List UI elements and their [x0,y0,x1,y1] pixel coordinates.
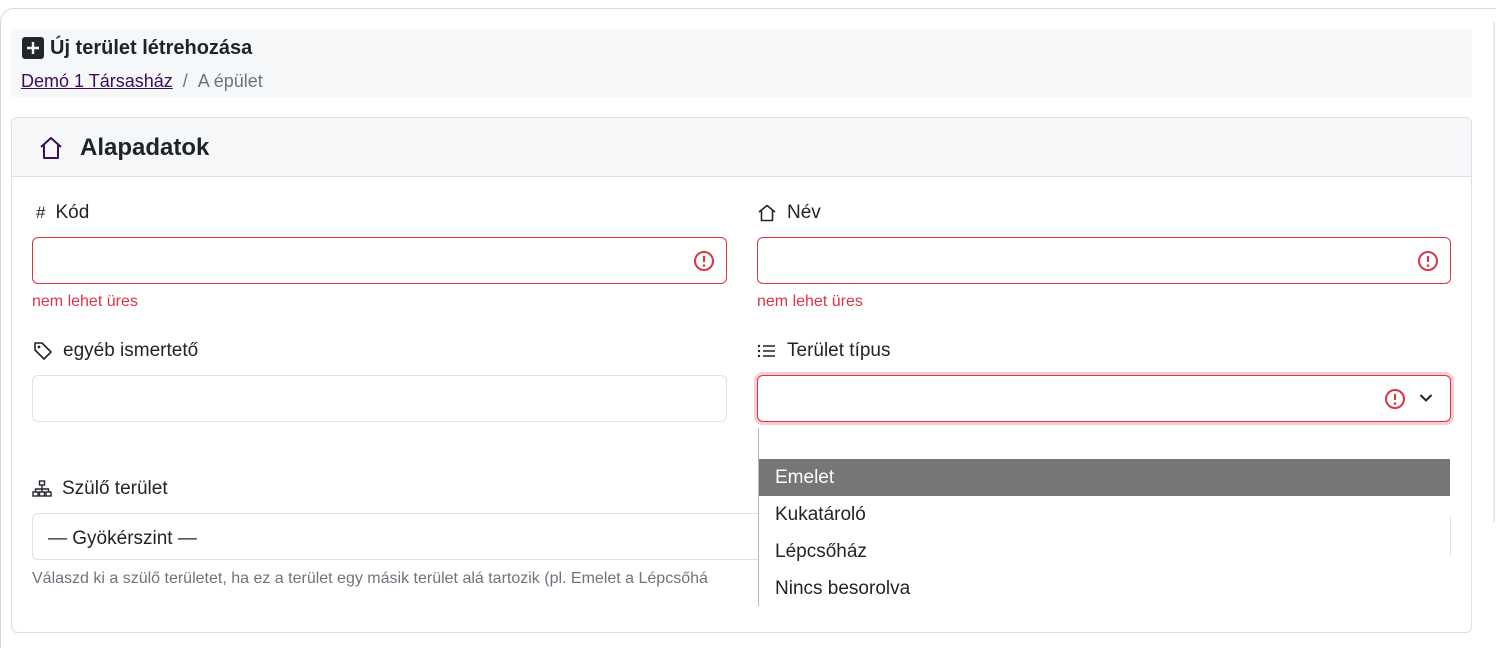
list-icon [757,343,777,359]
breadcrumb: Demó 1 Társasház / A épület [21,71,263,92]
tipus-dropdown-list[interactable]: Emelet Kukatároló Lépcsőház Nincs besoro… [758,428,1450,606]
nev-label-text: Név [787,202,821,223]
dropdown-option-lepcsohaz[interactable]: Lépcsőház [759,533,1450,570]
tipus-select[interactable] [757,375,1451,422]
kod-error: nem lehet üres [32,293,138,310]
error-icon [1418,251,1438,271]
szulo-select-value: — Gyökérszint — [48,528,197,549]
breadcrumb-current: A épület [197,71,263,91]
chevron-down-icon [1419,394,1433,402]
tipus-label: Terület típus [757,340,891,362]
plus-square-icon [22,37,44,59]
sitemap-icon [32,480,52,498]
page-title-text: Új terület létrehozása [50,36,253,59]
nev-input[interactable] [757,237,1451,284]
nev-label: Név [757,202,821,224]
error-icon [1385,389,1405,409]
kod-label: # Kód [36,202,89,224]
hash-icon: # [36,203,46,222]
dropdown-option-emelet[interactable]: Emelet [759,459,1450,496]
card-header: Alapadatok [12,118,1471,177]
dropdown-option-kukatarolo[interactable]: Kukatároló [759,496,1450,533]
szulo-label-text: Szülő terület [62,478,168,499]
house-icon [40,137,62,159]
kod-input[interactable] [32,237,727,284]
page-title: Új terület létrehozása [22,35,252,61]
szulo-help-text: Válaszd ki a szülő területet, ha ez a te… [32,570,708,587]
scrollbar-track[interactable] [1493,22,1495,522]
nev-error: nem lehet üres [757,293,863,310]
tag-icon [33,341,53,361]
house-icon [757,204,777,222]
dropdown-option-nincs-besorolva[interactable]: Nincs besorolva [759,570,1450,606]
breadcrumb-separator: / [182,71,188,91]
szulo-label: Szülő terület [32,478,168,500]
ismerteto-label: egyéb ismertető [33,340,198,362]
ismerteto-label-text: egyéb ismertető [63,340,199,361]
breadcrumb-link-tarsashaz[interactable]: Demó 1 Társasház [21,71,173,92]
error-icon [694,251,714,271]
tipus-label-text: Terület típus [787,340,891,361]
ismerteto-input[interactable] [32,375,727,422]
card-title-text: Alapadatok [80,134,210,161]
card-title: Alapadatok [38,134,209,162]
kod-label-text: Kód [55,202,90,223]
